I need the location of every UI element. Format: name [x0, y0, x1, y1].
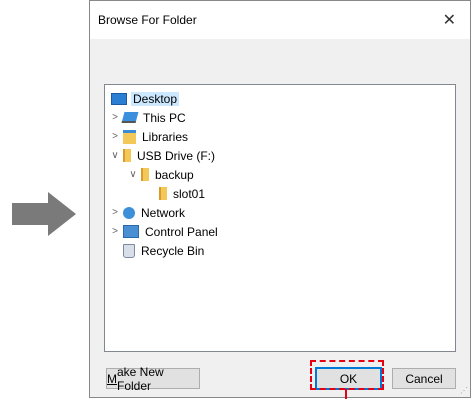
tree-item-label: Desktop — [131, 91, 180, 106]
control-panel-icon — [123, 225, 139, 238]
resize-grip-icon[interactable]: ⋰ — [460, 386, 468, 395]
tree-item-usb-drive[interactable]: ∨ USB Drive (F:) — [109, 147, 217, 164]
usb-drive-icon — [123, 149, 131, 162]
tree-item-label: USB Drive (F:) — [137, 148, 215, 163]
tree-item-label: Recycle Bin — [141, 243, 205, 258]
chevron-right-icon[interactable]: > — [109, 207, 121, 218]
desktop-icon — [111, 92, 127, 105]
cancel-button[interactable]: Cancel — [392, 368, 456, 389]
tree-item-this-pc[interactable]: > This PC — [109, 109, 188, 126]
tree-item-label: Network — [141, 205, 186, 220]
highlight-pointer-line — [345, 389, 347, 399]
tree-item-recycle-bin[interactable]: Recycle Bin — [121, 242, 206, 259]
browse-for-folder-dialog: Browse For Folder ✕ Desktop > This PC > … — [89, 0, 471, 398]
network-icon — [123, 206, 135, 219]
tree-item-slot01[interactable]: slot01 — [157, 185, 207, 202]
make-new-folder-button[interactable]: Make New Folder — [106, 365, 200, 393]
chevron-right-icon[interactable]: > — [109, 112, 121, 123]
folder-tree[interactable]: Desktop > This PC > Libraries ∨ USB Driv… — [104, 84, 456, 352]
chevron-right-icon[interactable]: > — [109, 226, 121, 237]
tree-item-label: Libraries — [142, 129, 189, 144]
tree-item-label: Control Panel — [145, 224, 218, 239]
tree-item-label: backup — [155, 167, 194, 182]
libraries-icon — [123, 129, 136, 144]
title-bar: Browse For Folder ✕ — [90, 1, 470, 39]
tree-item-network[interactable]: > Network — [109, 204, 187, 221]
close-icon[interactable]: ✕ — [443, 10, 456, 30]
folder-icon — [141, 168, 149, 181]
ok-button-highlight — [310, 360, 384, 390]
chevron-right-icon[interactable]: > — [109, 131, 121, 142]
tree-item-control-panel[interactable]: > Control Panel — [109, 223, 220, 240]
dialog-title: Browse For Folder — [98, 13, 197, 27]
tree-item-libraries[interactable]: > Libraries — [109, 128, 190, 145]
tree-item-desktop[interactable]: Desktop — [109, 90, 180, 107]
tree-item-label: slot01 — [173, 186, 206, 201]
chevron-down-icon[interactable]: ∨ — [109, 150, 121, 161]
folder-icon — [159, 187, 167, 200]
tree-item-backup[interactable]: ∨ backup — [127, 166, 196, 183]
recycle-bin-icon — [123, 243, 135, 258]
right-arrow-icon — [12, 192, 76, 236]
chevron-down-icon[interactable]: ∨ — [127, 169, 139, 180]
tree-item-label: This PC — [143, 110, 186, 125]
pc-icon — [121, 112, 139, 123]
